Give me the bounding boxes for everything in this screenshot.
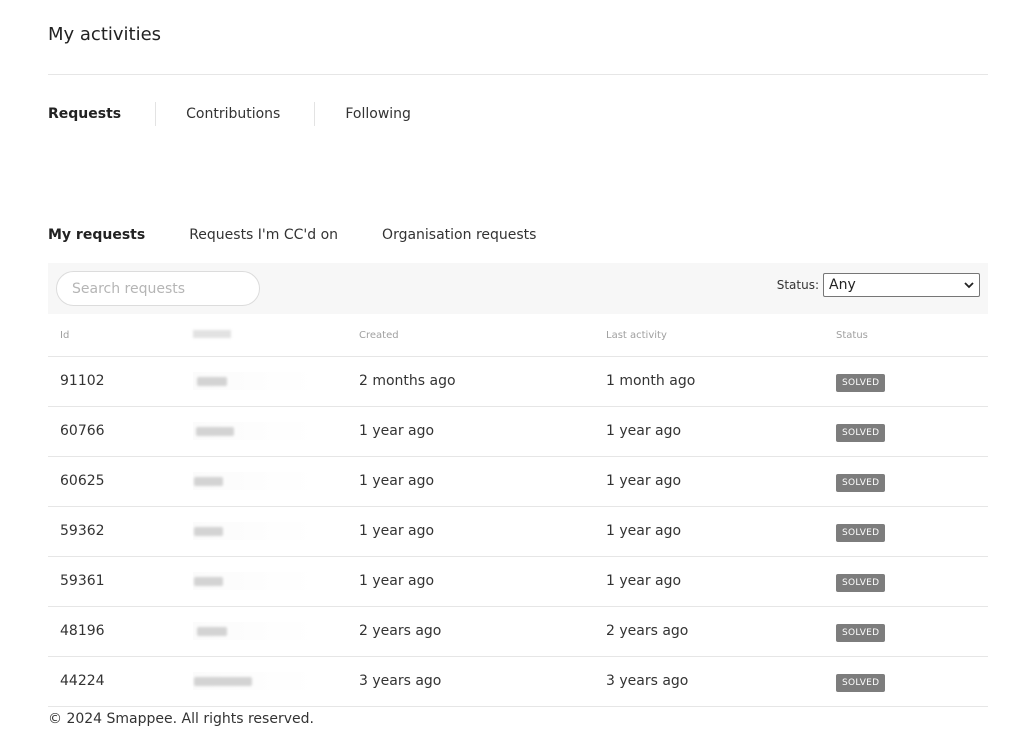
column-header-id[interactable]: Id (60, 330, 69, 341)
table-row[interactable]: 60625 1 year ago 1 year ago SOLVED (48, 457, 988, 507)
status-filter: Status: Any (777, 273, 980, 297)
status-select[interactable]: Any (823, 273, 980, 297)
column-header-subject-redacted (193, 330, 231, 338)
table-row[interactable]: 44224 3 years ago 3 years ago SOLVED (48, 657, 988, 707)
tab-ccd-requests[interactable]: Requests I'm CC'd on (189, 227, 338, 243)
request-created: 1 year ago (359, 423, 435, 439)
request-subject-redacted[interactable] (193, 472, 315, 490)
request-created: 3 years ago (359, 673, 442, 689)
request-subject-redacted[interactable] (193, 372, 315, 390)
page-title: My activities (48, 24, 162, 45)
tab-separator (314, 102, 316, 126)
request-id[interactable]: 59361 (60, 573, 105, 589)
status-badge: SOLVED (836, 624, 886, 642)
request-subject-redacted[interactable] (193, 522, 315, 540)
request-created: 2 months ago (359, 373, 456, 389)
request-subject-redacted[interactable] (193, 672, 315, 690)
footer-copyright: © 2024 Smappee. All rights reserved. (48, 711, 314, 727)
table-row[interactable]: 59361 1 year ago 1 year ago SOLVED (48, 557, 988, 607)
tab-organisation-requests[interactable]: Organisation requests (382, 227, 536, 243)
request-last-activity: 1 year ago (606, 473, 682, 489)
column-header-created[interactable]: Created (359, 330, 399, 341)
request-id[interactable]: 91102 (60, 373, 105, 389)
request-id[interactable]: 60625 (60, 473, 105, 489)
status-badge: SOLVED (836, 524, 886, 542)
request-subject-redacted[interactable] (193, 572, 315, 590)
tab-following[interactable]: Following (345, 106, 411, 122)
request-last-activity: 1 year ago (606, 423, 682, 439)
requests-table: Id Created Last activity Status 91102 2 … (48, 314, 988, 707)
request-created: 1 year ago (359, 473, 435, 489)
status-filter-label: Status: (776, 278, 819, 292)
status-badge: SOLVED (836, 374, 886, 392)
request-created: 1 year ago (359, 573, 435, 589)
status-badge: SOLVED (836, 574, 886, 592)
request-last-activity: 1 year ago (606, 523, 682, 539)
request-id[interactable]: 60766 (60, 423, 105, 439)
tab-contributions[interactable]: Contributions (186, 106, 280, 122)
search-input[interactable] (56, 271, 260, 306)
request-last-activity: 3 years ago (606, 673, 689, 689)
status-badge: SOLVED (836, 474, 886, 492)
request-subject-redacted[interactable] (193, 422, 315, 440)
request-last-activity: 2 years ago (606, 623, 689, 639)
tab-my-requests[interactable]: My requests (48, 227, 145, 243)
request-created: 1 year ago (359, 523, 435, 539)
column-header-status[interactable]: Status (836, 330, 868, 341)
title-divider (48, 74, 988, 75)
tab-separator (155, 102, 157, 126)
request-last-activity: 1 month ago (606, 373, 696, 389)
request-created: 2 years ago (359, 623, 442, 639)
request-subject-redacted[interactable] (193, 622, 315, 640)
table-row[interactable]: 60766 1 year ago 1 year ago SOLVED (48, 407, 988, 457)
column-header-last-activity[interactable]: Last activity (606, 330, 667, 341)
status-badge: SOLVED (836, 674, 886, 692)
tab-requests[interactable]: Requests (48, 106, 121, 122)
request-filter-bar: Status: Any (48, 263, 988, 314)
status-badge: SOLVED (836, 424, 886, 442)
table-row[interactable]: 91102 2 months ago 1 month ago SOLVED (48, 357, 988, 407)
table-row[interactable]: 48196 2 years ago 2 years ago SOLVED (48, 607, 988, 657)
request-id[interactable]: 44224 (60, 673, 105, 689)
table-row[interactable]: 59362 1 year ago 1 year ago SOLVED (48, 507, 988, 557)
table-header: Id Created Last activity Status (48, 314, 988, 357)
request-id[interactable]: 48196 (60, 623, 105, 639)
main-tabs: Requests Contributions Following (48, 102, 411, 126)
chevron-down-icon (964, 282, 974, 289)
status-select-value: Any (829, 277, 856, 293)
request-sub-tabs: My requests Requests I'm CC'd on Organis… (48, 227, 580, 243)
request-last-activity: 1 year ago (606, 573, 682, 589)
request-id[interactable]: 59362 (60, 523, 105, 539)
